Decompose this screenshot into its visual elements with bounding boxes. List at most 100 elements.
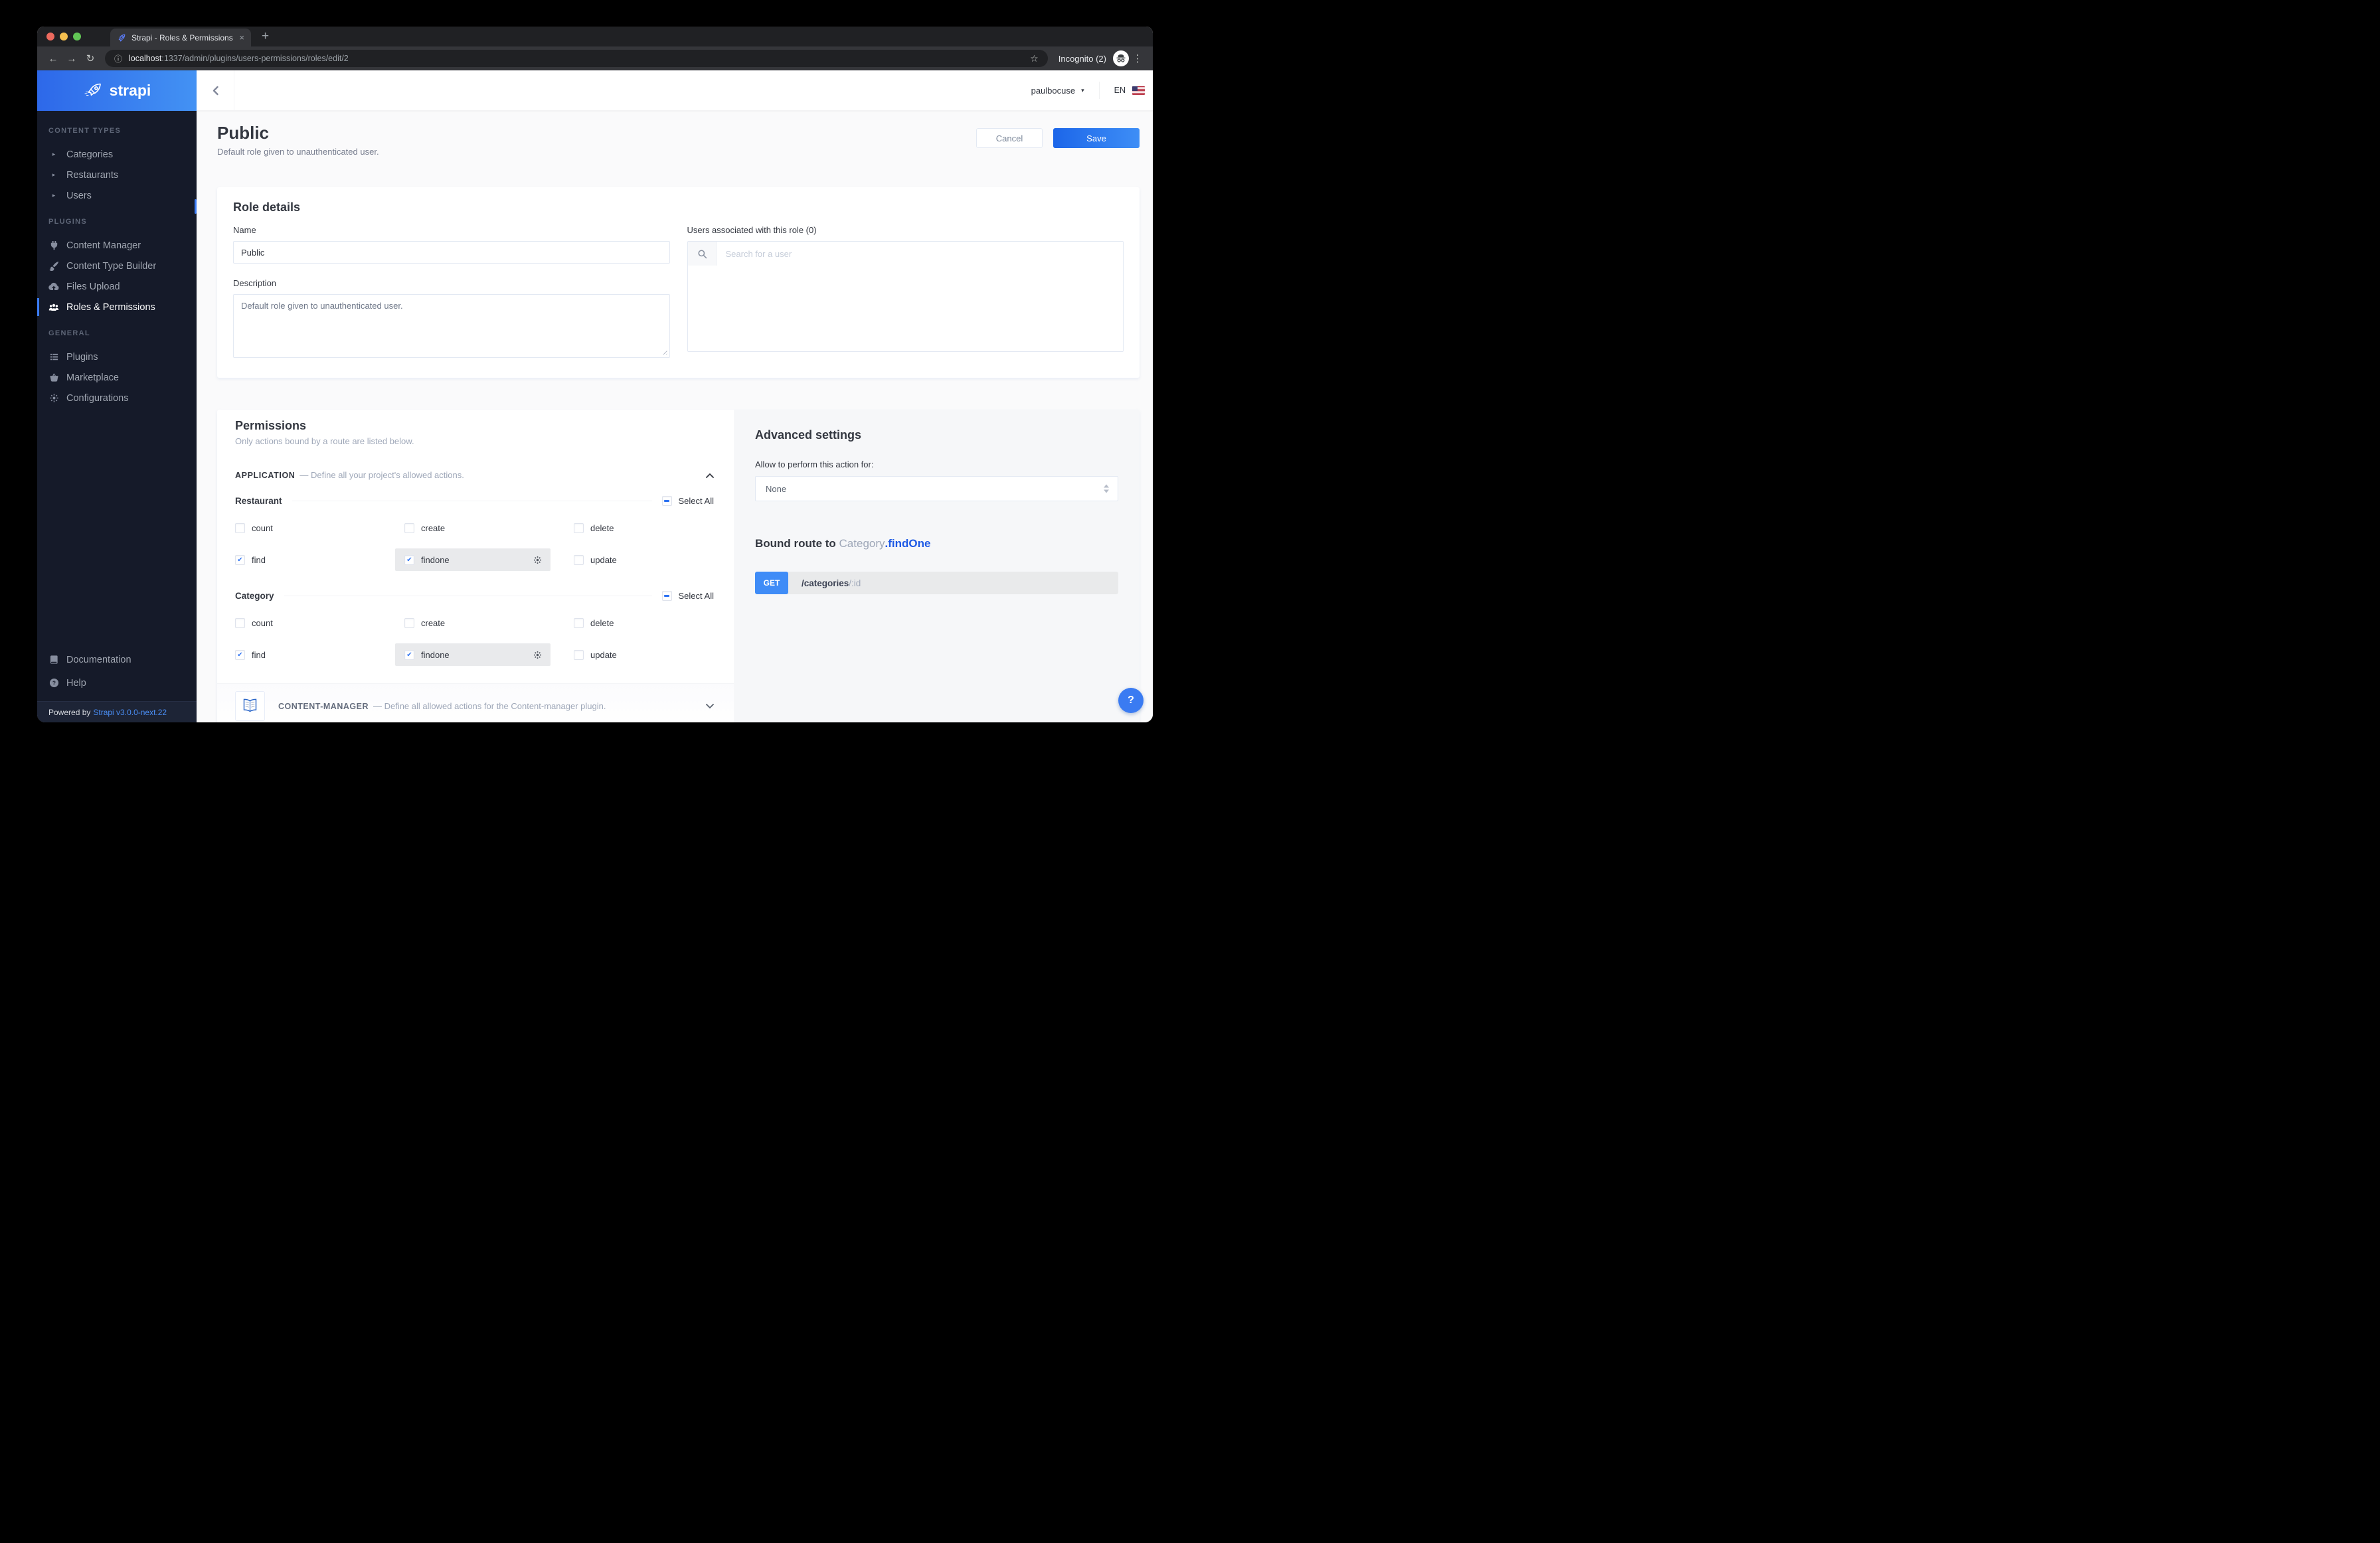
select-all-checkbox[interactable]: [662, 496, 672, 506]
help-fab-button[interactable]: ?: [1118, 688, 1144, 713]
permission-count[interactable]: count: [235, 613, 404, 633]
checkbox-icon[interactable]: [574, 555, 584, 565]
permission-label: delete: [590, 523, 614, 533]
tab-close-icon[interactable]: ×: [239, 33, 244, 42]
powered-by-text: Powered by: [48, 708, 90, 717]
route-path-bar: /categories/:id: [786, 572, 1118, 594]
sidebar-item-restaurants[interactable]: ▸ Restaurants: [37, 165, 197, 185]
close-window-button[interactable]: [46, 33, 54, 41]
checkbox-checked-icon[interactable]: [235, 555, 245, 565]
url-bar[interactable]: ⓘ localhost:1337/admin/plugins/users-per…: [105, 50, 1048, 67]
application-section-header[interactable]: APPLICATION — Define all your project's …: [235, 470, 714, 480]
checkbox-checked-icon[interactable]: [404, 555, 414, 565]
gear-icon[interactable]: [533, 651, 542, 659]
checkbox-checked-icon[interactable]: [235, 650, 245, 660]
browser-tab[interactable]: Strapi - Roles & Permissions ×: [110, 29, 251, 46]
cancel-button[interactable]: Cancel: [976, 128, 1043, 148]
back-nav-icon[interactable]: ←: [44, 53, 62, 64]
checkbox-checked-icon[interactable]: [404, 650, 414, 660]
section-general: GENERAL Plugins: [37, 329, 197, 408]
caret-right-icon: ▸: [48, 192, 60, 199]
sidebar-item-content-type-builder[interactable]: Content Type Builder: [37, 256, 197, 276]
app-content: strapi CONTENT TYPES ▸ Categories ▸ Rest…: [37, 70, 1153, 722]
sidebar-item-help[interactable]: ? Help: [37, 671, 197, 694]
forward-nav-icon[interactable]: →: [62, 53, 81, 64]
section-label: PLUGINS: [37, 218, 197, 228]
sidebar-item-label: Restaurants: [66, 170, 118, 181]
sidebar-item-configurations[interactable]: Configurations: [37, 388, 197, 408]
sidebar-item-label: Categories: [66, 149, 113, 160]
browser-menu-icon[interactable]: ⋮: [1129, 52, 1146, 64]
checkbox-icon[interactable]: [574, 618, 584, 628]
sidebar-bottom: Documentation ? Help: [37, 648, 197, 701]
users-associated-label: Users associated with this role (0): [687, 225, 1124, 235]
zoom-window-button[interactable]: [73, 33, 81, 41]
reload-icon[interactable]: ↻: [81, 52, 100, 64]
back-button[interactable]: [197, 70, 234, 110]
checkbox-icon[interactable]: [235, 523, 245, 533]
plugin-section-description: — Define all allowed actions for the Con…: [373, 701, 606, 711]
sidebar-item-users[interactable]: ▸ Users: [37, 185, 197, 206]
select-stepper-icon: [1104, 485, 1109, 493]
permission-label: count: [252, 523, 273, 533]
select-all-category[interactable]: Select All: [662, 591, 714, 601]
sidebar-item-plugins[interactable]: Plugins: [37, 347, 197, 367]
checkbox-icon[interactable]: [404, 523, 414, 533]
chevron-down-icon[interactable]: [706, 704, 714, 709]
logo-text: strapi: [110, 82, 151, 100]
http-verb-badge: GET: [755, 572, 788, 594]
page-header: Public Default role given to unauthentic…: [217, 123, 1140, 157]
sidebar: strapi CONTENT TYPES ▸ Categories ▸ Rest…: [37, 70, 197, 722]
description-field[interactable]: Default role given to unauthenticated us…: [233, 294, 670, 358]
name-field[interactable]: [233, 241, 670, 264]
checkbox-icon[interactable]: [235, 618, 245, 628]
gear-icon[interactable]: [533, 556, 542, 564]
sidebar-item-roles-permissions[interactable]: Roles & Permissions: [37, 297, 197, 317]
permission-update[interactable]: update: [574, 550, 714, 570]
url-text: localhost:1337/admin/plugins/users-permi…: [129, 54, 349, 63]
checkbox-icon[interactable]: [574, 650, 584, 660]
minimize-window-button[interactable]: [60, 33, 68, 41]
user-menu[interactable]: paulbocuse ▾: [1031, 86, 1084, 96]
permission-grid: count create delete: [235, 518, 714, 571]
strapi-version-link[interactable]: Strapi v3.0.0-next.22: [93, 708, 167, 717]
sidebar-item-label: Content Type Builder: [66, 261, 156, 272]
browser-window: Strapi - Roles & Permissions × + ← → ↻ ⓘ…: [37, 27, 1153, 722]
user-search-input[interactable]: [717, 242, 1124, 266]
permission-update[interactable]: update: [574, 645, 714, 665]
permission-find[interactable]: find: [235, 550, 404, 570]
save-button[interactable]: Save: [1053, 128, 1140, 148]
sidebar-item-marketplace[interactable]: Marketplace: [37, 367, 197, 388]
permission-label: update: [590, 555, 617, 565]
sidebar-item-files-upload[interactable]: Files Upload: [37, 276, 197, 297]
checkbox-icon[interactable]: [404, 618, 414, 628]
chevron-left-icon: [211, 86, 220, 96]
select-all-checkbox[interactable]: [662, 591, 672, 601]
permission-delete[interactable]: delete: [574, 518, 714, 538]
permission-count[interactable]: count: [235, 518, 404, 538]
site-info-icon[interactable]: ⓘ: [114, 53, 122, 64]
chevron-up-icon[interactable]: [706, 473, 714, 478]
select-all-restaurant[interactable]: Select All: [662, 496, 714, 506]
bookmark-star-icon[interactable]: ☆: [1030, 53, 1039, 64]
sidebar-item-categories[interactable]: ▸ Categories: [37, 144, 197, 165]
allow-action-select[interactable]: None: [755, 476, 1118, 501]
locale-label: EN: [1114, 86, 1126, 95]
checkbox-icon[interactable]: [574, 523, 584, 533]
sidebar-item-content-manager[interactable]: Content Manager: [37, 235, 197, 256]
new-tab-icon[interactable]: +: [262, 29, 269, 44]
permission-create[interactable]: create: [404, 518, 574, 538]
permission-label: findone: [421, 650, 450, 660]
permission-findone[interactable]: findone: [395, 643, 551, 666]
role-details-right: Users associated with this role (0): [687, 225, 1124, 358]
bound-route-prefix: Bound route to: [755, 537, 839, 550]
permission-findone[interactable]: findone: [395, 548, 551, 571]
content-manager-section-header[interactable]: CONTENT-MANAGER — Define all allowed act…: [217, 683, 734, 722]
caret-right-icon: ▸: [48, 151, 60, 158]
permission-find[interactable]: find: [235, 645, 404, 665]
permission-delete[interactable]: delete: [574, 613, 714, 633]
sidebar-item-documentation[interactable]: Documentation: [37, 648, 197, 671]
locale-picker[interactable]: EN: [1114, 86, 1145, 95]
permission-create[interactable]: create: [404, 613, 574, 633]
strapi-logo[interactable]: strapi: [37, 70, 197, 111]
